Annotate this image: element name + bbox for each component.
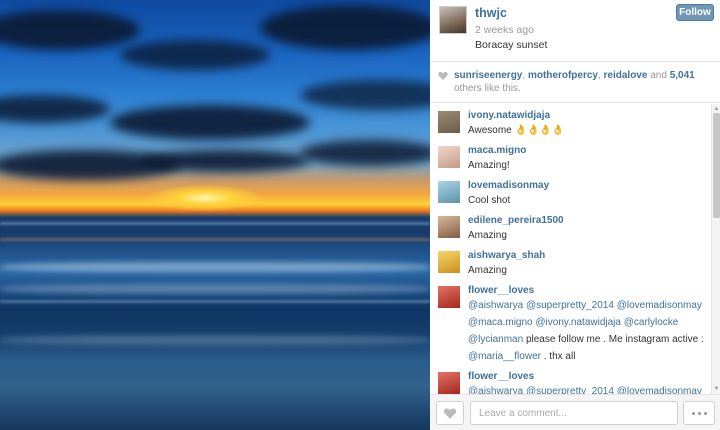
comment-message: please follow me . Me instagram active : [523,334,704,345]
scroll-up-arrow-icon[interactable]: ▲ [713,105,720,113]
more-dots-icon [691,411,695,415]
comment-item: flower__loves @aishwarya @superpretty_20… [438,285,710,365]
photo-cloud [300,140,430,166]
post-sidebar: thwjc 2 weeks ago Boracay sunset Follow … [430,0,720,430]
likes-summary: sunriseenergy, motherofpercy, reidalove … [430,63,720,103]
post-photo[interactable] [0,0,430,430]
commenter-avatar[interactable] [438,251,460,273]
commenter-avatar[interactable] [438,181,460,203]
comment-author[interactable]: flower__loves [468,285,710,297]
comment-item: edilene_pereira1500 Amazing [438,215,710,244]
sea-streak [0,222,430,225]
sea-streak [0,300,430,303]
heart-icon [443,407,457,419]
comment-text: Amazing [468,265,507,276]
scroll-thumb[interactable] [713,113,720,218]
comment-text: @aishwarya @superpretty_2014 @lovemadiso… [468,383,710,394]
commenter-avatar[interactable] [438,216,460,238]
photo-cloud [110,105,310,140]
post-timestamp[interactable]: 2 weeks ago [475,24,534,36]
comment-text: Awesome 👌👌👌👌 [468,125,565,136]
liker-username[interactable]: sunriseenergy [454,70,522,81]
post-caption: Boracay sunset [475,39,548,51]
wave-foam [0,262,430,272]
photo-cloud [120,40,270,70]
photo-cloud [300,80,430,110]
photo-cloud [0,10,140,50]
post-header: thwjc 2 weeks ago Boracay sunset Follow [430,0,720,62]
scroll-down-arrow-icon[interactable]: ▼ [713,385,720,393]
comments-scrollbar[interactable]: ▲ ▼ [711,104,720,394]
more-dots-icon [697,411,701,415]
comment-author[interactable]: edilene_pereira1500 [468,215,710,227]
comment-author[interactable]: maca.migno [468,145,710,157]
liker-username[interactable]: reidalove [604,70,648,81]
comment-text: @aishwarya @superpretty_2014 @lovemadiso… [468,297,710,365]
photo-cloud [260,5,430,50]
comment-item: aishwarya_shah Amazing [438,250,710,279]
comment-text: Amazing [468,230,507,241]
comment-author[interactable]: flower__loves [468,371,710,383]
owner-avatar[interactable] [439,6,467,34]
likes-and: and [647,70,670,81]
wave-foam [0,335,430,345]
comment-item: maca.migno Amazing! [438,145,710,174]
comment-mentions[interactable]: @aishwarya @superpretty_2014 @lovemadiso… [468,386,702,394]
comment-item: ivony.natawidjaja Awesome 👌👌👌👌 [438,110,710,139]
comment-message: . thx all [540,351,576,362]
photo-cloud [0,95,110,123]
sea-streak [0,238,430,241]
photo-cloud [140,150,310,172]
owner-username[interactable]: thwjc [475,6,507,20]
more-dots-icon [703,411,707,415]
comment-mention[interactable]: @maria__flower [468,351,541,362]
likes-count[interactable]: 5,041 [670,70,695,81]
heart-icon [438,72,448,80]
follow-button[interactable]: Follow [676,4,714,21]
comment-author[interactable]: aishwarya_shah [468,250,710,262]
more-options-button[interactable] [683,401,715,425]
commenter-avatar[interactable] [438,146,460,168]
comment-input[interactable] [470,401,678,425]
like-button[interactable] [436,401,464,425]
comment-footer [430,394,720,430]
comment-author[interactable]: lovemadisonmay [468,180,710,192]
comment-item: flower__loves @aishwarya @superpretty_20… [438,371,710,394]
wave-foam [0,284,430,294]
likes-text: sunriseenergy, motherofpercy, reidalove … [454,69,716,95]
commenter-avatar[interactable] [438,286,460,308]
sun-glow [150,185,260,211]
liker-username[interactable]: motherofpercy [528,70,598,81]
comment-text: Amazing! [468,160,510,171]
comment-author[interactable]: ivony.natawidjaja [468,110,710,122]
commenter-avatar[interactable] [438,111,460,133]
commenter-avatar[interactable] [438,372,460,394]
comment-list[interactable]: ivony.natawidjaja Awesome 👌👌👌👌 maca.mign… [430,104,710,394]
comment-text: Cool shot [468,195,511,206]
comment-item: lovemadisonmay Cool shot [438,180,710,209]
likes-suffix: others like this. [454,83,521,94]
